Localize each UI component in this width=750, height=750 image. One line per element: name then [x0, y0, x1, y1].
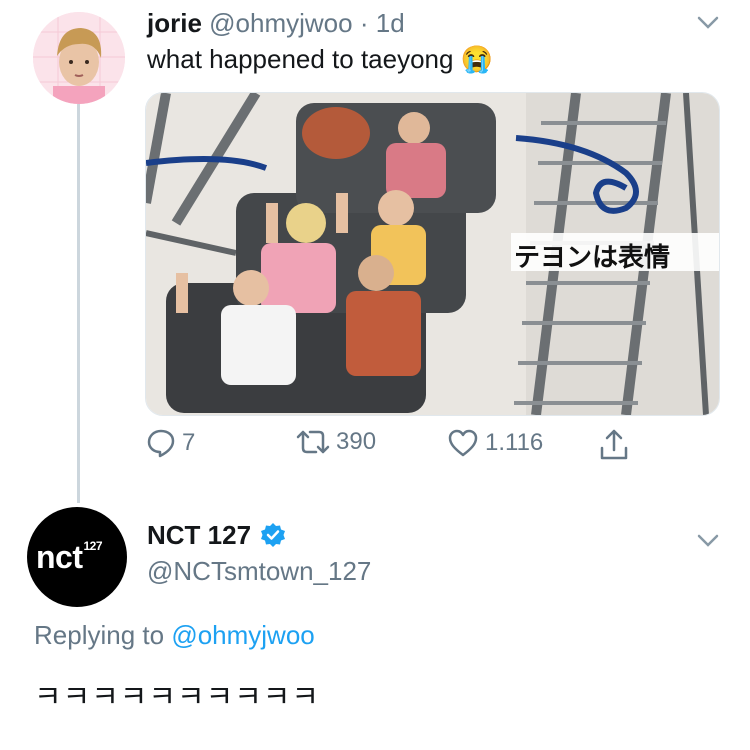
avatar[interactable]: [33, 12, 125, 104]
tweet-text: ㅋㅋㅋㅋㅋㅋㅋㅋㅋㅋ: [34, 681, 320, 714]
author-name[interactable]: NCT 127: [147, 520, 251, 551]
retweet-count: 390: [336, 428, 377, 455]
separator: ·: [359, 8, 369, 38]
logo-text: nct: [36, 539, 83, 575]
tweet-text: what happened to taeyong 😭: [147, 44, 493, 75]
retweet-button[interactable]: 390: [296, 428, 376, 456]
chevron-down-icon[interactable]: [697, 534, 719, 548]
reply-count: 7: [182, 429, 196, 456]
replying-prefix: Replying to: [34, 620, 165, 650]
tweet-body: what happened to taeyong: [147, 44, 454, 74]
author-name[interactable]: jorie: [147, 8, 202, 38]
chevron-down-icon[interactable]: [697, 16, 719, 30]
media-caption: テヨンは表情: [514, 242, 671, 272]
retweet-icon: [296, 430, 330, 454]
replying-handle-link[interactable]: @ohmyjwoo: [171, 620, 314, 650]
verified-icon: [261, 522, 286, 547]
like-icon: [448, 429, 478, 457]
tweet-header: jorie @ohmyjwoo · 1d: [147, 8, 405, 39]
reply-icon: [147, 429, 175, 458]
thread-line: [77, 103, 80, 503]
tweet-media[interactable]: テヨンは表情: [145, 92, 720, 416]
crying-emoji: 😭: [460, 44, 494, 74]
like-count: 1.116: [485, 429, 544, 456]
nct-logo: nct127: [36, 539, 103, 576]
avatar[interactable]: nct127: [27, 507, 127, 607]
tweet-header: NCT 127: [147, 520, 287, 551]
share-icon: [600, 429, 628, 460]
author-handle[interactable]: @ohmyjwoo: [209, 8, 352, 38]
author-handle[interactable]: @NCTsmtown_127: [147, 556, 371, 587]
logo-sup: 127: [83, 539, 103, 554]
like-button[interactable]: 1.116: [447, 428, 543, 458]
share-button[interactable]: [598, 428, 636, 462]
reply-button[interactable]: 7: [146, 428, 195, 458]
timestamp[interactable]: 1d: [376, 8, 405, 38]
replying-to: Replying to @ohmyjwoo: [34, 620, 315, 651]
